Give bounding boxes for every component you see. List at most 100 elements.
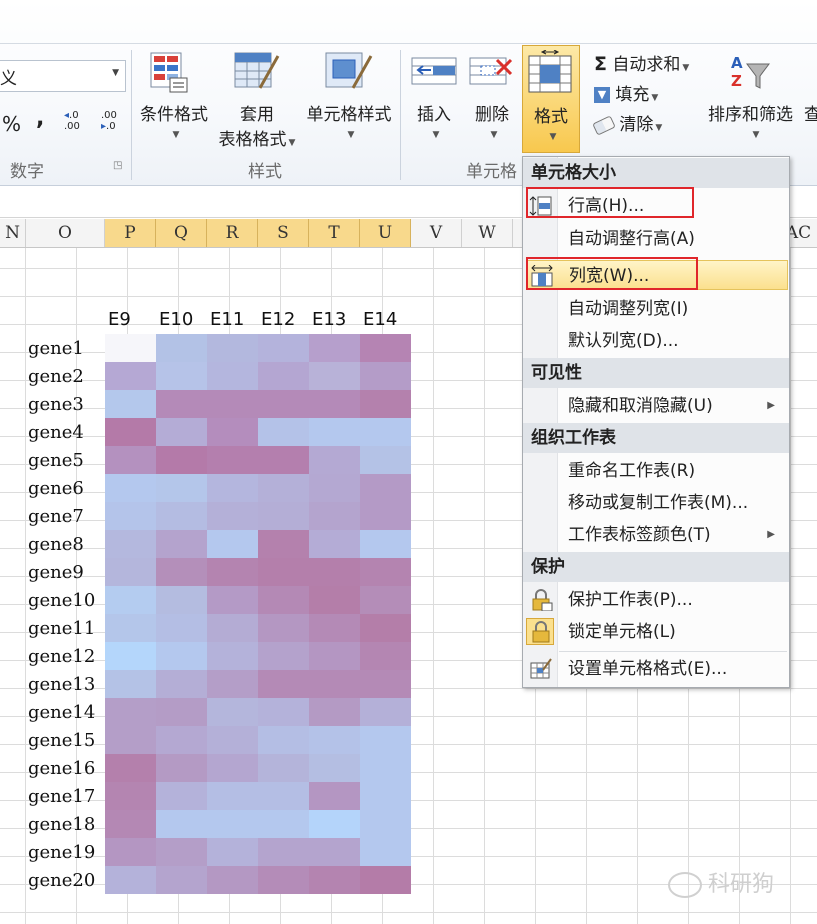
heatmap-cell[interactable]	[309, 558, 360, 586]
menu-item-hide-unhide[interactable]: 隐藏和取消隐藏(U) ▶	[523, 391, 789, 421]
heatmap-cell[interactable]	[207, 754, 258, 782]
heatmap-cell[interactable]	[309, 418, 360, 446]
sample-header-e13[interactable]: E13	[312, 309, 346, 330]
heatmap-cell[interactable]	[156, 586, 207, 614]
heatmap-cell[interactable]	[207, 502, 258, 530]
gene-label[interactable]: gene17	[28, 786, 95, 807]
heatmap-cell[interactable]	[105, 726, 156, 754]
heatmap-cell[interactable]	[360, 642, 411, 670]
heatmap-cell[interactable]	[156, 726, 207, 754]
heatmap-cell[interactable]	[156, 642, 207, 670]
heatmap-cell[interactable]	[360, 810, 411, 838]
heatmap-cell[interactable]	[207, 418, 258, 446]
gene-label[interactable]: gene1	[28, 338, 84, 359]
gene-label[interactable]: gene16	[28, 758, 95, 779]
heatmap-cell[interactable]	[258, 474, 309, 502]
column-header-o[interactable]: O	[26, 219, 105, 247]
heatmap-cell[interactable]	[258, 698, 309, 726]
heatmap-cell[interactable]	[105, 670, 156, 698]
menu-item-default-width[interactable]: 默认列宽(D)...	[523, 326, 789, 356]
sample-header-e14[interactable]: E14	[363, 309, 397, 330]
heatmap-cell[interactable]	[105, 810, 156, 838]
gene-label[interactable]: gene20	[28, 870, 95, 891]
heatmap-cell[interactable]	[309, 698, 360, 726]
heatmap-cell[interactable]	[207, 698, 258, 726]
heatmap-cell[interactable]	[105, 502, 156, 530]
heatmap-cell[interactable]	[309, 838, 360, 866]
heatmap-cell[interactable]	[258, 838, 309, 866]
heatmap-cell[interactable]	[156, 502, 207, 530]
heatmap-cell[interactable]	[360, 838, 411, 866]
heatmap-cell[interactable]	[309, 670, 360, 698]
heatmap-cell[interactable]	[207, 558, 258, 586]
gene-label[interactable]: gene13	[28, 674, 95, 695]
heatmap-cell[interactable]	[309, 642, 360, 670]
column-header-r[interactable]: R	[207, 219, 258, 247]
column-header-q[interactable]: Q	[156, 219, 207, 247]
sample-header-e11[interactable]: E11	[210, 309, 244, 330]
heatmap-cell[interactable]	[105, 390, 156, 418]
heatmap-cell[interactable]	[156, 530, 207, 558]
gene-label[interactable]: gene2	[28, 366, 84, 387]
heatmap-cell[interactable]	[360, 698, 411, 726]
heatmap-cell[interactable]	[309, 530, 360, 558]
gene-label[interactable]: gene10	[28, 590, 95, 611]
heatmap-cell[interactable]	[360, 558, 411, 586]
sample-header-e9[interactable]: E9	[108, 309, 131, 330]
heatmap-cell[interactable]	[258, 782, 309, 810]
column-header-v[interactable]: V	[411, 219, 462, 247]
heatmap-cell[interactable]	[309, 782, 360, 810]
heatmap-cell[interactable]	[258, 670, 309, 698]
heatmap-cell[interactable]	[360, 474, 411, 502]
heatmap-cell[interactable]	[156, 670, 207, 698]
heatmap-cell[interactable]	[156, 614, 207, 642]
menu-item-rename-sheet[interactable]: 重命名工作表(R)	[523, 456, 789, 486]
heatmap-cell[interactable]	[258, 446, 309, 474]
heatmap-cell[interactable]	[309, 586, 360, 614]
heatmap-cell[interactable]	[309, 614, 360, 642]
heatmap-cell[interactable]	[105, 782, 156, 810]
clear-button[interactable]: 清除 ▼	[592, 110, 662, 136]
heatmap-cell[interactable]	[105, 614, 156, 642]
gene-label[interactable]: gene4	[28, 422, 84, 443]
heatmap-cell[interactable]	[156, 362, 207, 390]
column-header-n[interactable]: N	[0, 219, 26, 247]
menu-item-protect-sheet[interactable]: 保护工作表(P)...	[523, 585, 789, 615]
heatmap-range[interactable]	[105, 334, 411, 894]
heatmap-cell[interactable]	[309, 446, 360, 474]
heatmap-cell[interactable]	[156, 754, 207, 782]
heatmap-cell[interactable]	[105, 530, 156, 558]
heatmap-cell[interactable]	[156, 474, 207, 502]
heatmap-cell[interactable]	[258, 866, 309, 894]
heatmap-cell[interactable]	[207, 474, 258, 502]
heatmap-cell[interactable]	[156, 866, 207, 894]
heatmap-cell[interactable]	[258, 642, 309, 670]
heatmap-cell[interactable]	[156, 698, 207, 726]
find-select-button[interactable]: 查	[804, 100, 817, 125]
heatmap-cell[interactable]	[105, 698, 156, 726]
sample-header-e10[interactable]: E10	[159, 309, 193, 330]
heatmap-cell[interactable]	[105, 642, 156, 670]
heatmap-cell[interactable]	[309, 810, 360, 838]
insert-button[interactable]: 插入 ▼	[404, 50, 464, 150]
sort-filter-button[interactable]: A Z 排序和筛选 ▼	[704, 50, 804, 150]
heatmap-cell[interactable]	[156, 838, 207, 866]
heatmap-cell[interactable]	[207, 642, 258, 670]
heatmap-cell[interactable]	[207, 362, 258, 390]
heatmap-cell[interactable]	[207, 586, 258, 614]
menu-item-tab-color[interactable]: 工作表标签颜色(T) ▶	[523, 520, 789, 550]
heatmap-cell[interactable]	[156, 810, 207, 838]
heatmap-cell[interactable]	[360, 418, 411, 446]
format-button[interactable]: 格式 ▼	[522, 45, 580, 153]
gene-label[interactable]: gene6	[28, 478, 84, 499]
heatmap-cell[interactable]	[258, 810, 309, 838]
gene-label[interactable]: gene18	[28, 814, 95, 835]
gene-label[interactable]: gene8	[28, 534, 84, 555]
heatmap-cell[interactable]	[360, 614, 411, 642]
heatmap-cell[interactable]	[258, 614, 309, 642]
heatmap-cell[interactable]	[360, 362, 411, 390]
delete-button[interactable]: 删除 ▼	[464, 50, 520, 150]
heatmap-cell[interactable]	[309, 334, 360, 362]
heatmap-cell[interactable]	[156, 418, 207, 446]
gene-label[interactable]: gene15	[28, 730, 95, 751]
